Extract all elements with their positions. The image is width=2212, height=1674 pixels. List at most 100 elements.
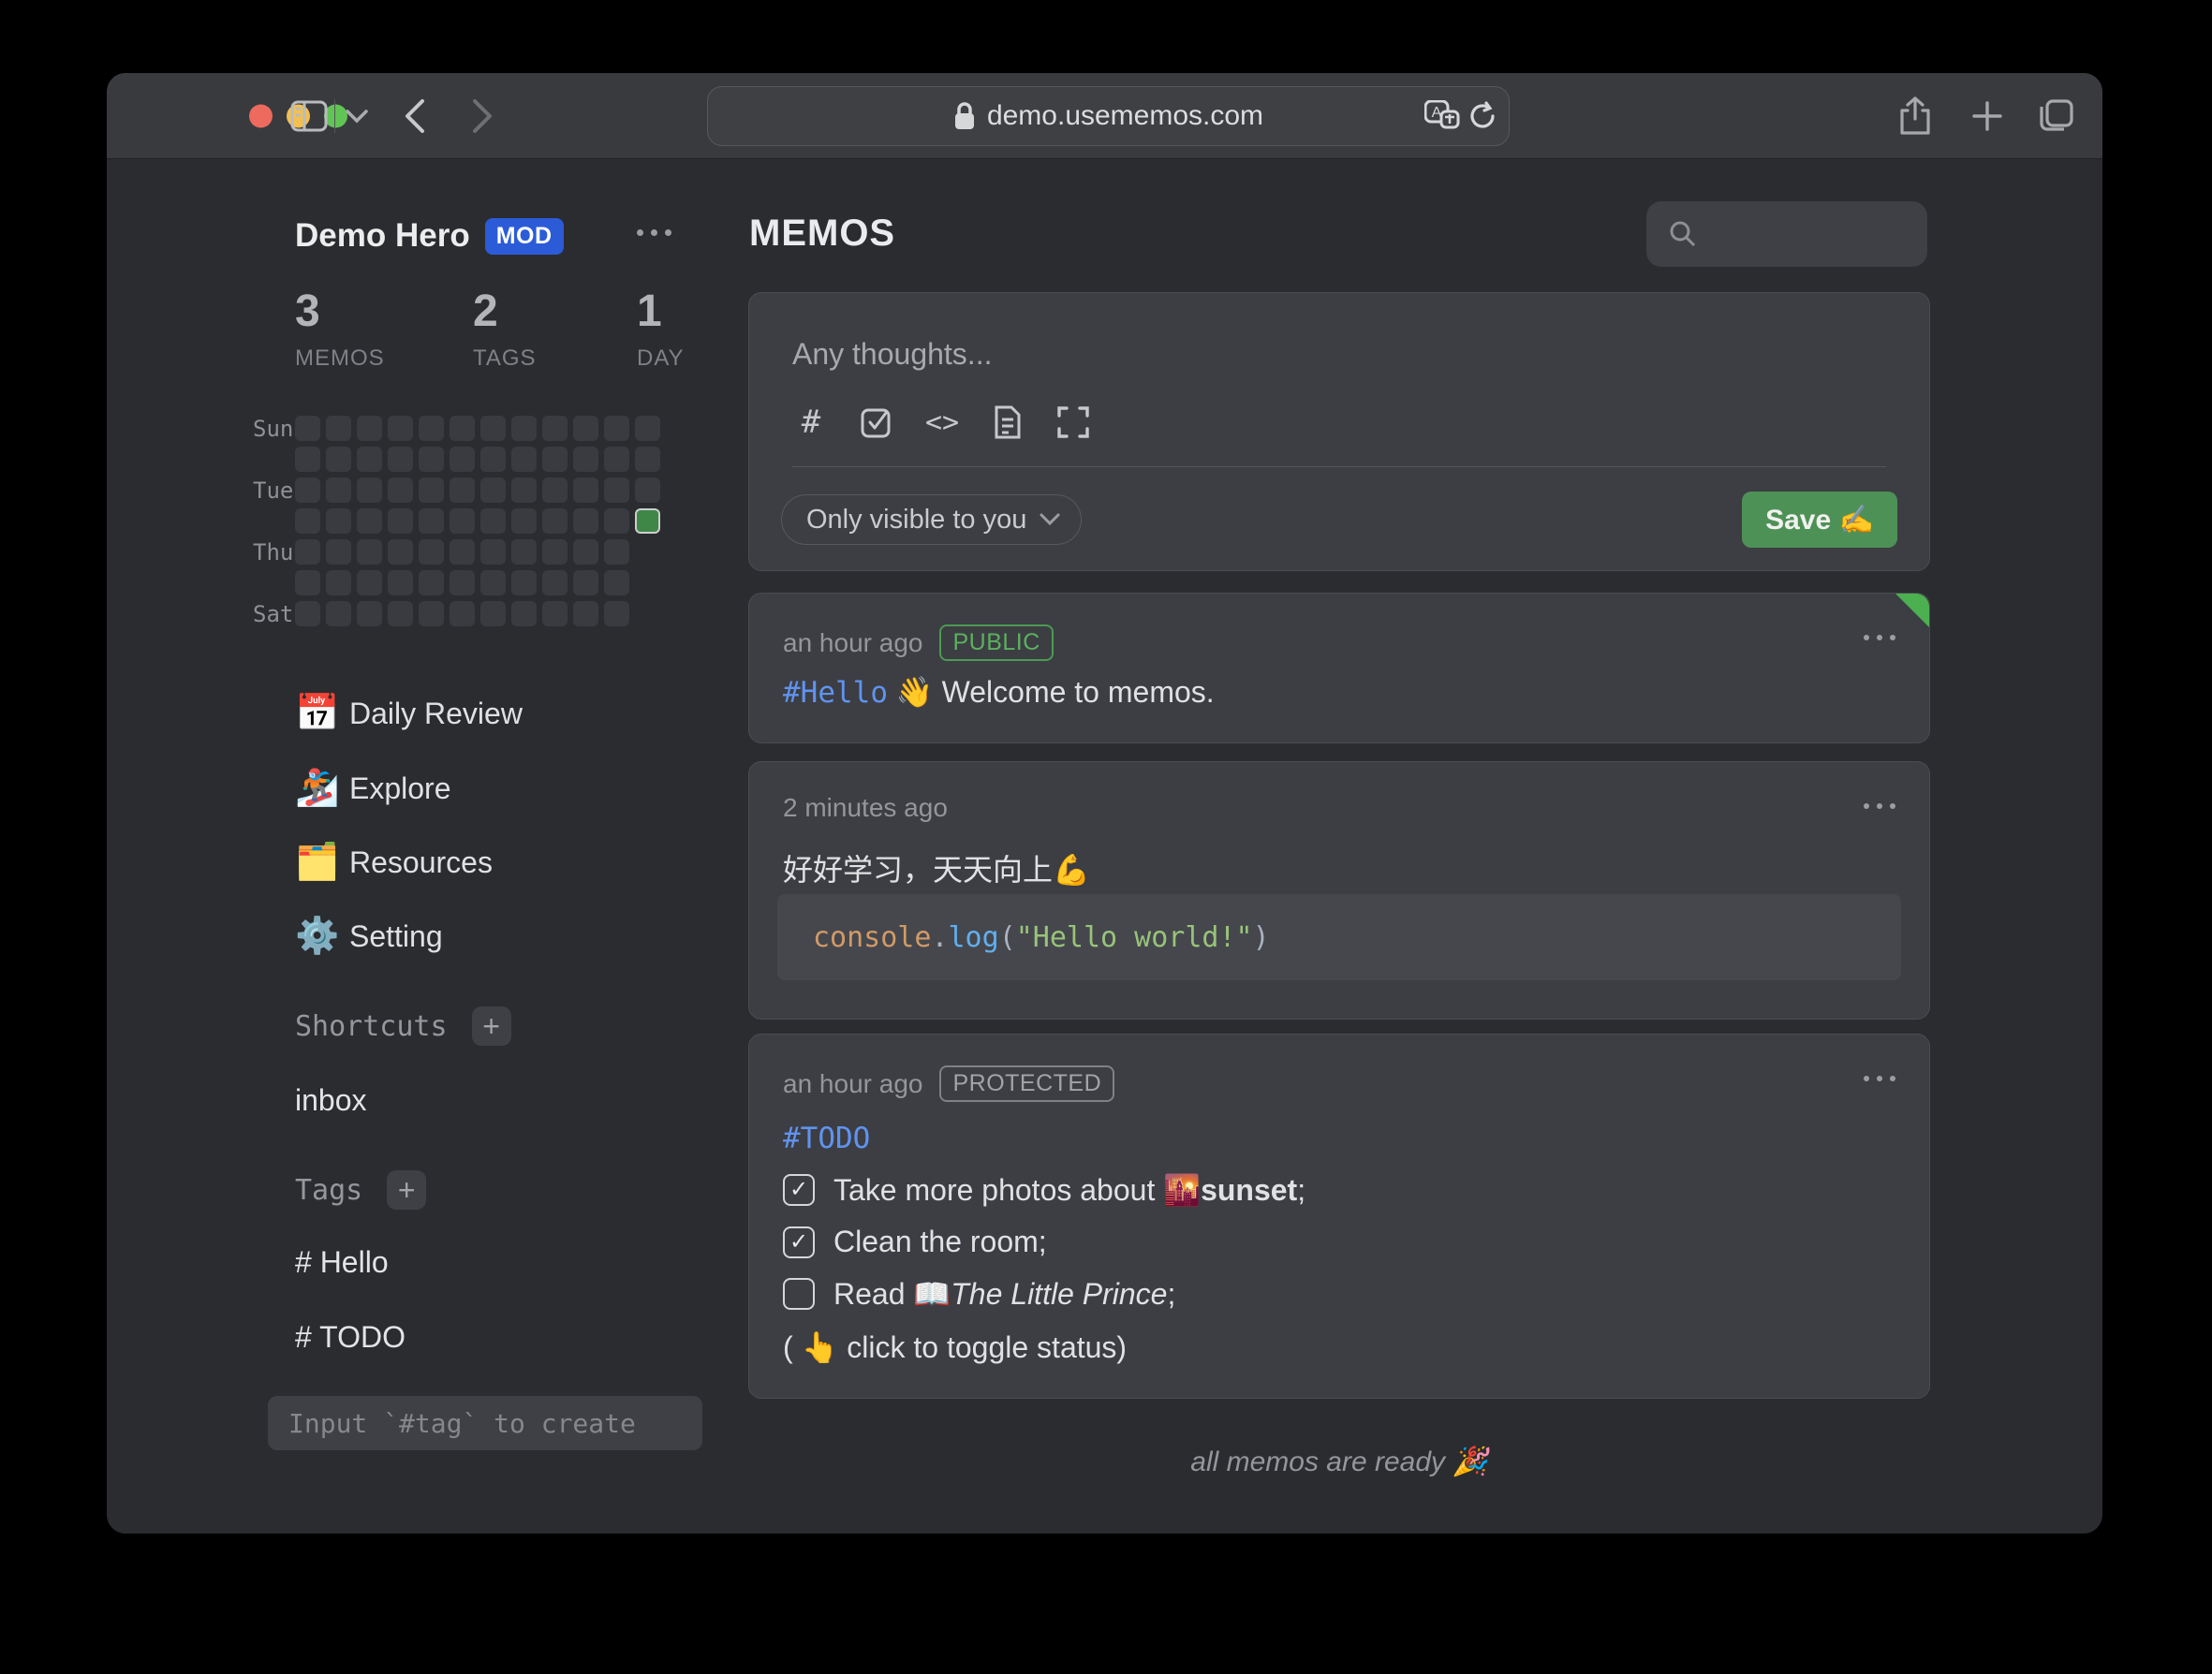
heatmap-cell[interactable] xyxy=(635,447,660,472)
fullscreen-icon[interactable] xyxy=(1054,404,1092,441)
tag-icon[interactable]: # xyxy=(792,404,830,441)
sidebar-item-daily-review[interactable]: 📅 Daily Review xyxy=(295,687,523,740)
visibility-select[interactable]: Only visible to you xyxy=(781,494,1082,545)
new-tab-icon[interactable] xyxy=(1970,99,2004,133)
close-button[interactable] xyxy=(249,104,273,127)
heatmap-cell[interactable] xyxy=(388,447,413,472)
back-button[interactable] xyxy=(405,98,425,134)
sidebar-item-resources[interactable]: 🗂️ Resources xyxy=(295,836,493,888)
heatmap-cell[interactable] xyxy=(326,570,351,595)
heatmap-cell[interactable] xyxy=(604,447,629,472)
heatmap-cell[interactable] xyxy=(480,570,506,595)
heatmap-cell[interactable] xyxy=(604,539,629,565)
heatmap-cell[interactable] xyxy=(511,416,537,441)
heatmap-cell[interactable] xyxy=(357,539,382,565)
heatmap-cell[interactable] xyxy=(604,570,629,595)
heatmap-cell[interactable] xyxy=(573,447,598,472)
heatmap-cell[interactable] xyxy=(542,601,568,626)
reload-icon[interactable] xyxy=(1467,87,1497,145)
heatmap-cell[interactable] xyxy=(419,539,444,565)
document-icon[interactable] xyxy=(989,404,1026,441)
heatmap-cell[interactable] xyxy=(326,477,351,503)
heatmap-cell[interactable] xyxy=(511,601,537,626)
heatmap-cell[interactable] xyxy=(326,539,351,565)
code-icon[interactable]: <> xyxy=(923,404,961,441)
save-button[interactable]: Save ✍️ xyxy=(1742,492,1897,548)
checklist-icon[interactable] xyxy=(858,404,895,441)
heatmap-cell[interactable] xyxy=(388,508,413,534)
tag-item-hello[interactable]: # Hello xyxy=(295,1245,389,1280)
memo-more-icon[interactable] xyxy=(1864,1076,1895,1081)
user-banner[interactable]: Demo Hero MOD xyxy=(295,211,564,261)
tab-overview-icon[interactable] xyxy=(2038,97,2075,135)
heatmap-cell[interactable] xyxy=(542,570,568,595)
tag-link[interactable]: #TODO xyxy=(783,1121,870,1155)
heatmap-cell[interactable] xyxy=(357,477,382,503)
memo-more-icon[interactable] xyxy=(1864,635,1895,640)
heatmap-cell[interactable] xyxy=(511,539,537,565)
heatmap-cell[interactable] xyxy=(419,601,444,626)
heatmap-cell[interactable] xyxy=(419,570,444,595)
heatmap-cell[interactable] xyxy=(573,416,598,441)
heatmap-cell[interactable] xyxy=(419,477,444,503)
heatmap-cell[interactable] xyxy=(388,539,413,565)
heatmap-cell[interactable] xyxy=(542,477,568,503)
heatmap-cell[interactable] xyxy=(357,447,382,472)
tag-item-todo[interactable]: # TODO xyxy=(295,1320,406,1355)
heatmap-cell[interactable] xyxy=(542,539,568,565)
heatmap-cell[interactable] xyxy=(604,477,629,503)
heatmap-cell[interactable] xyxy=(450,477,475,503)
heatmap-cell[interactable] xyxy=(604,601,629,626)
tag-create-input[interactable] xyxy=(268,1396,702,1450)
heatmap-cell[interactable] xyxy=(511,477,537,503)
heatmap-cell[interactable] xyxy=(511,570,537,595)
heatmap-cell[interactable] xyxy=(450,601,475,626)
heatmap-cell[interactable] xyxy=(573,570,598,595)
heatmap-cell[interactable] xyxy=(388,601,413,626)
heatmap-cell[interactable] xyxy=(450,570,475,595)
heatmap-cell[interactable] xyxy=(295,416,320,441)
heatmap-cell[interactable] xyxy=(295,570,320,595)
tag-link[interactable]: #Hello xyxy=(783,676,888,710)
checkbox-unchecked[interactable] xyxy=(783,1278,815,1310)
heatmap-cell[interactable] xyxy=(573,539,598,565)
heatmap-cell[interactable] xyxy=(480,447,506,472)
checkbox-checked[interactable]: ✓ xyxy=(783,1226,815,1258)
translate-icon[interactable]: A xyxy=(1424,87,1460,145)
heatmap-cell[interactable] xyxy=(419,508,444,534)
heatmap-cell[interactable] xyxy=(635,508,660,534)
chevron-down-icon[interactable] xyxy=(345,109,369,124)
heatmap-cell[interactable] xyxy=(511,508,537,534)
heatmap-cell[interactable] xyxy=(480,601,506,626)
sidebar-item-explore[interactable]: 🏂 Explore xyxy=(295,762,451,815)
heatmap-cell[interactable] xyxy=(450,508,475,534)
heatmap-cell[interactable] xyxy=(511,447,537,472)
heatmap-cell[interactable] xyxy=(295,447,320,472)
heatmap-cell[interactable] xyxy=(388,477,413,503)
heatmap-cell[interactable] xyxy=(480,477,506,503)
url-bar[interactable]: demo.usememos.com A xyxy=(707,86,1510,146)
heatmap-cell[interactable] xyxy=(635,477,660,503)
forward-button[interactable] xyxy=(472,98,493,134)
search-input[interactable] xyxy=(1646,201,1927,267)
heatmap-cell[interactable] xyxy=(635,416,660,441)
memo-more-icon[interactable] xyxy=(1864,803,1895,809)
heatmap-cell[interactable] xyxy=(295,539,320,565)
heatmap-cell[interactable] xyxy=(450,416,475,441)
user-more-icon[interactable] xyxy=(637,229,671,236)
heatmap-cell[interactable] xyxy=(480,416,506,441)
heatmap-cell[interactable] xyxy=(542,508,568,534)
heatmap-cell[interactable] xyxy=(388,570,413,595)
heatmap-cell[interactable] xyxy=(388,416,413,441)
heatmap-cell[interactable] xyxy=(357,416,382,441)
heatmap-cell[interactable] xyxy=(542,416,568,441)
heatmap-cell[interactable] xyxy=(450,539,475,565)
shortcut-item-inbox[interactable]: inbox xyxy=(295,1083,367,1118)
heatmap-cell[interactable] xyxy=(542,447,568,472)
heatmap-cell[interactable] xyxy=(480,508,506,534)
heatmap-cell[interactable] xyxy=(326,601,351,626)
add-tag-button[interactable]: + xyxy=(387,1170,426,1210)
memo-input[interactable]: Any thoughts... xyxy=(792,335,992,373)
heatmap-cell[interactable] xyxy=(573,601,598,626)
heatmap-cell[interactable] xyxy=(604,508,629,534)
